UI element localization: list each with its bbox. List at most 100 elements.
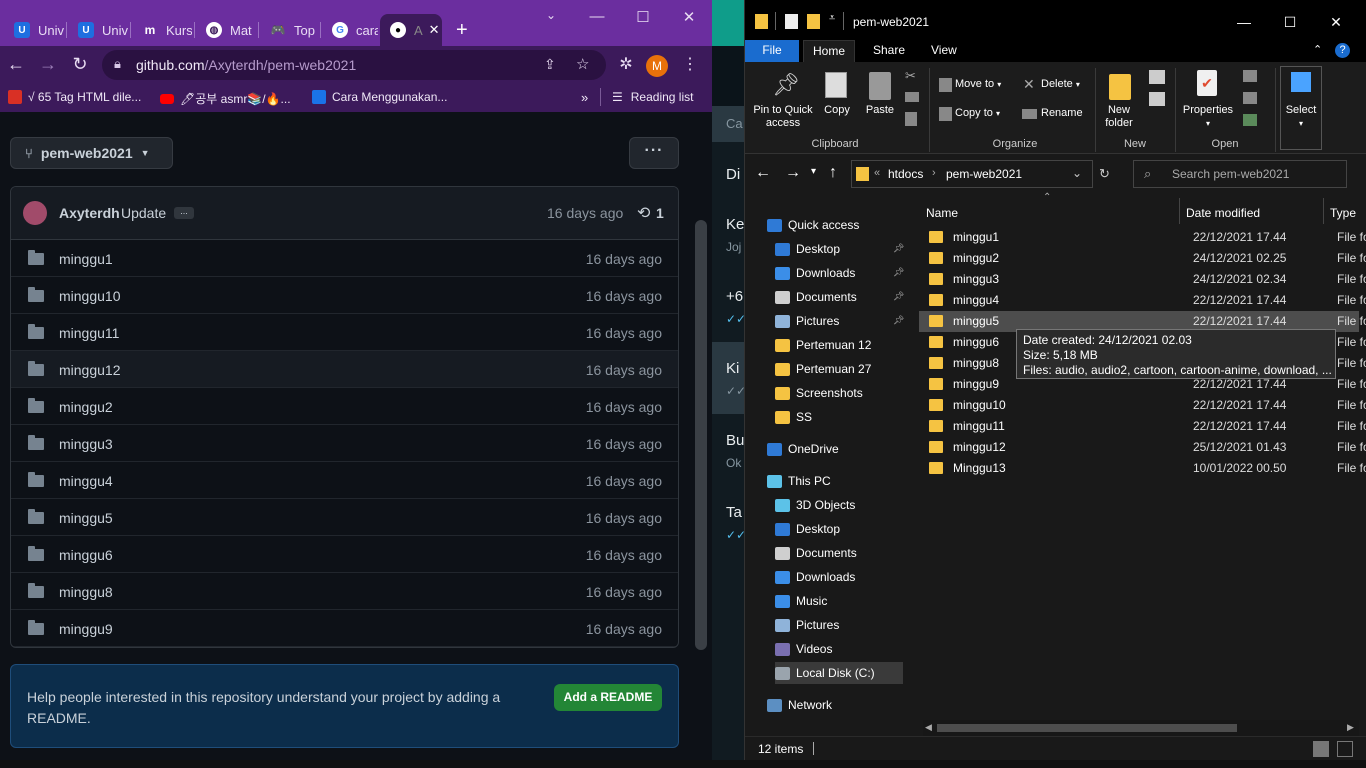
open-icon[interactable]: [1243, 70, 1257, 82]
file-name[interactable]: minggu3: [59, 436, 113, 452]
file-row[interactable]: minggu3 16 days ago: [11, 425, 678, 462]
maximize-button[interactable]: ☐: [1275, 14, 1305, 31]
copy-button[interactable]: Copy: [819, 104, 855, 117]
nav-item-pertemuan-27[interactable]: Pertemuan 27: [775, 358, 903, 380]
list-item[interactable]: minggu1 22/12/2021 17.44 File fo: [919, 227, 1366, 248]
search-field[interactable]: ⌕ Search pem-web2021: [1133, 160, 1347, 188]
item-name[interactable]: minggu1: [953, 230, 999, 244]
edit-icon[interactable]: [1243, 92, 1257, 104]
nav-item-pictures[interactable]: Pictures: [775, 310, 903, 332]
reading-list-button[interactable]: ☰ Reading list: [612, 90, 693, 104]
file-name[interactable]: minggu1: [59, 251, 113, 267]
help-icon[interactable]: ?: [1335, 43, 1350, 58]
close-window-button[interactable]: ✕: [1321, 14, 1351, 31]
reload-icon[interactable]: ↻: [68, 54, 92, 75]
tab-view[interactable]: View: [931, 43, 957, 57]
item-name[interactable]: minggu3: [953, 272, 999, 286]
column-header-name[interactable]: Name: [926, 206, 958, 220]
new-folder-button[interactable]: New folder: [1095, 104, 1143, 130]
nav-item-pc-videos[interactable]: Videos: [775, 638, 903, 660]
recent-locations-icon[interactable]: ▾: [811, 166, 816, 177]
select-button[interactable]: Select ▾: [1281, 104, 1321, 130]
new-item-icon[interactable]: [1149, 70, 1165, 84]
easy-access-icon[interactable]: [1149, 92, 1165, 106]
breadcrumb-pem-web2021[interactable]: pem-web2021: [946, 167, 1022, 181]
chat-fragment[interactable]: Ta: [726, 504, 742, 521]
cut-icon[interactable]: ✂: [905, 68, 916, 84]
refresh-icon[interactable]: ↻: [1099, 166, 1110, 182]
commit-message[interactable]: Update: [121, 205, 166, 221]
nav-item-pc-music[interactable]: Music: [775, 590, 903, 612]
file-name[interactable]: minggu11: [59, 325, 119, 341]
tab-search-icon[interactable]: ⌄: [536, 8, 566, 22]
nav-this-pc[interactable]: This PC: [767, 470, 903, 492]
browser-tab-1[interactable]: U Univ: [4, 14, 64, 46]
branch-selector[interactable]: ⑂ pem-web2021 ▼: [10, 137, 173, 169]
list-item[interactable]: minggu3 24/12/2021 02.34 File fo: [919, 269, 1366, 290]
column-header-type[interactable]: Type: [1330, 206, 1356, 220]
nav-network[interactable]: Network: [767, 694, 903, 716]
nav-item-pc-documents[interactable]: Documents: [775, 542, 903, 564]
list-item[interactable]: minggu4 22/12/2021 17.44 File fo: [919, 290, 1366, 311]
details-view-icon[interactable]: [1313, 741, 1329, 757]
nav-item-pc-local-disk-c-[interactable]: Local Disk (C:): [775, 662, 903, 684]
file-row[interactable]: minggu10 16 days ago: [11, 277, 678, 314]
breadcrumb-separator-icon[interactable]: ›: [932, 167, 936, 179]
properties-quick-icon[interactable]: [785, 14, 798, 29]
tab-share[interactable]: Share: [873, 43, 905, 57]
new-folder-quick-icon[interactable]: [807, 14, 820, 29]
list-item[interactable]: Minggu13 10/01/2022 00.50 File fo: [919, 458, 1366, 479]
customize-qat-icon[interactable]: ⩡: [829, 12, 835, 25]
scroll-right-icon[interactable]: ▶: [1347, 722, 1354, 733]
forward-icon[interactable]: →: [785, 164, 801, 182]
delete-button[interactable]: Delete ▾: [1041, 78, 1080, 91]
chat-fragment[interactable]: +6: [726, 288, 743, 305]
paste-button[interactable]: Paste: [861, 104, 899, 117]
bookmark-item-3[interactable]: Cara Menggunakan...: [312, 90, 447, 104]
new-tab-button[interactable]: +: [452, 14, 476, 46]
minimize-button[interactable]: —: [582, 8, 612, 25]
item-name[interactable]: Minggu13: [953, 461, 1006, 475]
file-row[interactable]: minggu5 16 days ago: [11, 499, 678, 536]
list-item[interactable]: minggu10 22/12/2021 17.44 File fo: [919, 395, 1366, 416]
item-name[interactable]: minggu8: [953, 356, 999, 370]
history-icon[interactable]: [1243, 114, 1257, 126]
item-name[interactable]: minggu5: [953, 314, 999, 328]
chat-fragment[interactable]: Ke: [726, 216, 744, 233]
file-row[interactable]: minggu1 16 days ago: [11, 240, 678, 277]
file-row[interactable]: minggu4 16 days ago: [11, 462, 678, 499]
bookmark-item-1[interactable]: √ 65 Tag HTML dile...: [8, 90, 141, 104]
file-row[interactable]: minggu6 16 days ago: [11, 536, 678, 573]
nav-item-desktop[interactable]: Desktop: [775, 238, 903, 260]
nav-item-pc-downloads[interactable]: Downloads: [775, 566, 903, 588]
nav-item-pc-pictures[interactable]: Pictures: [775, 614, 903, 636]
back-icon[interactable]: ←: [755, 164, 771, 182]
chat-fragment[interactable]: Bu: [726, 432, 744, 449]
file-name[interactable]: minggu8: [59, 584, 113, 600]
profile-avatar[interactable]: M: [646, 55, 668, 77]
file-name[interactable]: minggu12: [59, 362, 121, 378]
nav-item-documents[interactable]: Documents: [775, 286, 903, 308]
paste-shortcut-icon[interactable]: [905, 112, 917, 126]
tab-home[interactable]: Home: [803, 40, 855, 62]
item-name[interactable]: minggu9: [953, 377, 999, 391]
file-row[interactable]: minggu11 16 days ago: [11, 314, 678, 351]
file-name[interactable]: minggu9: [59, 621, 113, 637]
file-row[interactable]: minggu8 16 days ago: [11, 573, 678, 610]
add-readme-button[interactable]: Add a README: [554, 684, 662, 711]
file-row[interactable]: minggu12 16 days ago: [11, 351, 678, 388]
chat-fragment[interactable]: Di: [726, 166, 740, 183]
address-bar[interactable]: « htdocs › pem-web2021 ⌄: [851, 160, 1093, 188]
horizontal-scrollbar[interactable]: ◀ ▶: [923, 720, 1359, 736]
chat-fragment[interactable]: Ki: [726, 360, 739, 377]
nav-item-screenshots[interactable]: Screenshots: [775, 382, 903, 404]
nav-item-downloads[interactable]: Downloads: [775, 262, 903, 284]
list-item[interactable]: minggu12 25/12/2021 01.43 File fo: [919, 437, 1366, 458]
nav-quick-access[interactable]: Quick access: [767, 214, 903, 236]
nav-item-pc-desktop[interactable]: Desktop: [775, 518, 903, 540]
expand-commit-button[interactable]: ...: [174, 207, 194, 219]
more-options-button[interactable]: ···: [629, 137, 679, 169]
close-tab-icon[interactable]: ✕: [429, 22, 440, 38]
copy-path-icon[interactable]: [905, 92, 919, 102]
file-row[interactable]: minggu9 16 days ago: [11, 610, 678, 647]
